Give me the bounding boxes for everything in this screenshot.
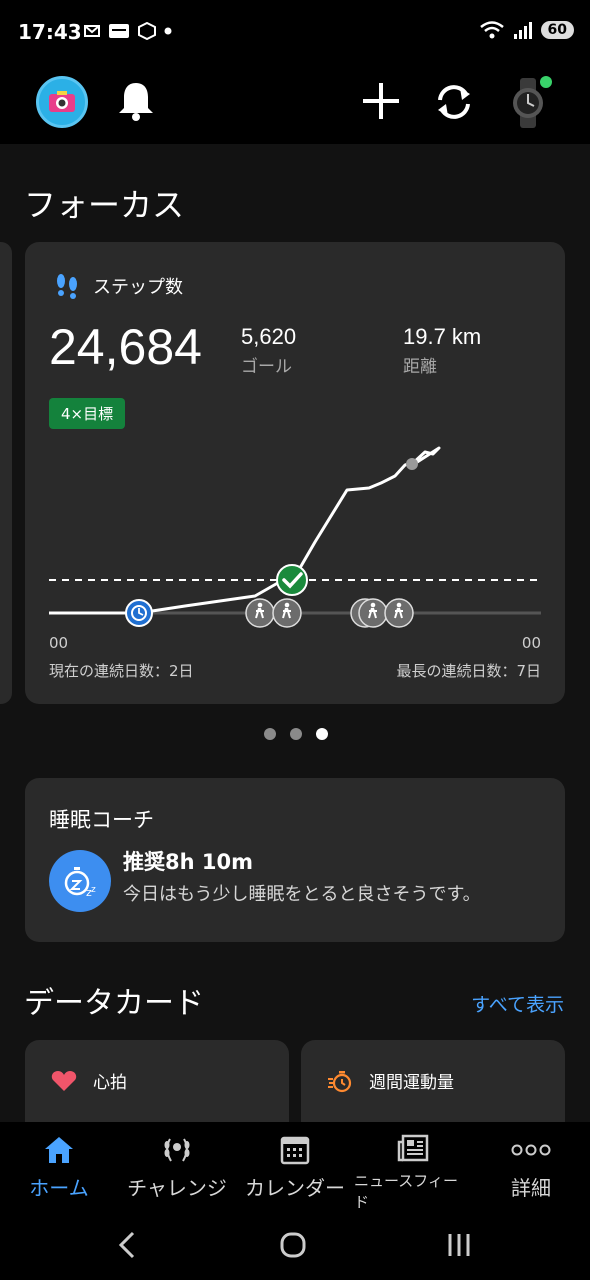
- distance-label: 距離: [403, 357, 437, 377]
- longest-streak: 最長の連続日数：7日: [396, 662, 541, 680]
- bottom-nav: ホーム チャレンジ カレンダー ニュースフィード 詳細: [0, 1122, 590, 1211]
- steps-header: ステップ数: [55, 272, 183, 300]
- back-icon[interactable]: [116, 1230, 138, 1260]
- steps-value: 24,684: [49, 319, 202, 375]
- goal-multiplier-badge: 4×目標: [49, 398, 126, 429]
- nav-newsfeed-label: ニュースフィード: [354, 1172, 458, 1211]
- goal-label: ゴール: [241, 357, 292, 377]
- steps-label: ステップ数: [93, 277, 183, 298]
- sleep-stopwatch-icon: zz: [49, 850, 111, 912]
- nav-challenge-label: チャレンジ: [127, 1176, 227, 1200]
- weekly-activity-header: 週間運動量: [327, 1068, 454, 1093]
- battery-level: 60: [540, 21, 574, 39]
- nav-home[interactable]: ホーム: [0, 1122, 118, 1210]
- camera-avatar-icon: [49, 91, 75, 112]
- distance-stat: 19.7 km 距離: [403, 324, 481, 377]
- goal-check-marker: [276, 564, 308, 596]
- heart-rate-label: 心拍: [93, 1073, 127, 1093]
- home-button-icon[interactable]: [279, 1231, 307, 1259]
- axis-start-label: 00: [49, 634, 69, 652]
- nav-challenge[interactable]: チャレンジ: [118, 1122, 236, 1210]
- status-bar: 17:43 60: [0, 0, 590, 64]
- signal-icon: [513, 22, 532, 39]
- more-icon: [511, 1144, 551, 1156]
- nav-calendar-label: カレンダー: [245, 1176, 345, 1200]
- carousel-dot-1[interactable]: [264, 728, 276, 740]
- steps-line-main: [49, 443, 450, 613]
- laurel-icon: [164, 1138, 190, 1162]
- recent-apps-icon[interactable]: [446, 1232, 472, 1258]
- nav-more[interactable]: 詳細: [472, 1122, 590, 1210]
- nav-home-label: ホーム: [29, 1176, 89, 1200]
- app-bar: [0, 64, 590, 144]
- steps-line: [49, 446, 441, 615]
- wifi-icon: [479, 21, 504, 39]
- status-time: 17:43: [18, 20, 82, 44]
- status-right: 60: [479, 20, 574, 40]
- data-cards-title: データカード: [24, 986, 204, 1021]
- see-all-link[interactable]: すべて表示: [471, 990, 564, 1017]
- nav-newsfeed[interactable]: ニュースフィード: [354, 1122, 472, 1211]
- sleep-title: 睡眠コーチ: [49, 808, 154, 832]
- goal-value: 5,620: [241, 324, 297, 349]
- newsfeed-icon: [397, 1134, 429, 1162]
- app-icon: [109, 24, 129, 38]
- avatar[interactable]: [36, 76, 88, 128]
- current-point: [406, 458, 418, 470]
- sync-icon[interactable]: [432, 80, 476, 124]
- steps-chart: [49, 443, 541, 628]
- nav-calendar[interactable]: カレンダー: [236, 1122, 354, 1210]
- steps-card[interactable]: ステップ数 24,684 5,620 ゴール 19.7 km 距離 4×目標 0…: [25, 242, 565, 704]
- carousel-dot-2[interactable]: [290, 728, 302, 740]
- home-icon: [45, 1137, 73, 1163]
- email-icon: [84, 25, 100, 37]
- heart-icon: [51, 1070, 77, 1091]
- add-icon[interactable]: [360, 80, 402, 122]
- sleep-coach-card[interactable]: 睡眠コーチ zz 推奨8h 10m 今日はもう少し睡眠をとると良さそうです。: [25, 778, 565, 942]
- focus-title: フォーカス: [24, 186, 185, 224]
- notification-icons: [84, 22, 172, 40]
- weekly-activity-label: 週間運動量: [369, 1073, 454, 1093]
- watch-device[interactable]: [508, 76, 552, 128]
- svg-text:z: z: [91, 885, 96, 895]
- heart-rate-header: 心拍: [51, 1068, 127, 1093]
- dot-icon: [164, 27, 172, 35]
- system-nav-bar: [0, 1210, 590, 1280]
- current-streak: 現在の連続日数：2日: [49, 662, 194, 680]
- distance-value: 19.7 km: [403, 324, 482, 349]
- cube-icon: [138, 22, 156, 40]
- sleep-recommendation: 推奨8h 10m: [123, 850, 253, 874]
- nav-more-label: 詳細: [511, 1176, 551, 1200]
- sleep-description: 今日はもう少し睡眠をとると良さそうです。: [123, 884, 481, 905]
- bell-icon[interactable]: [116, 80, 156, 122]
- calendar-icon: [280, 1136, 310, 1165]
- carousel-dot-3[interactable]: [316, 728, 328, 740]
- stopwatch-icon: [328, 1070, 352, 1092]
- footprints-icon: [57, 274, 77, 299]
- axis-end-label: 00: [521, 634, 541, 652]
- goal-stat: 5,620 ゴール: [241, 324, 296, 377]
- carousel-dots: [264, 728, 328, 740]
- connected-indicator: [540, 76, 552, 88]
- previous-card-peek[interactable]: [0, 242, 12, 704]
